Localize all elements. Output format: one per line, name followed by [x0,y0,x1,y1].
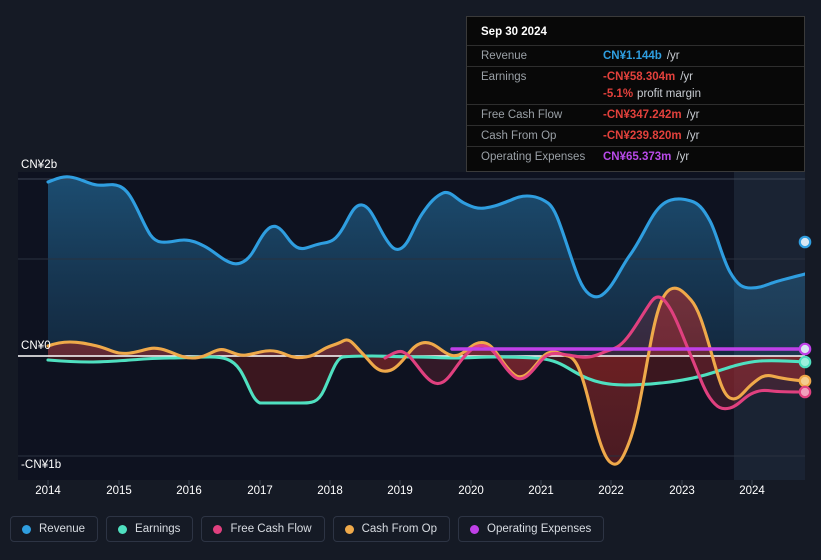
tooltip-unit-operating-expenses: /yr [676,151,690,163]
legend-label-revenue: Revenue [39,523,86,535]
tooltip-value-revenue: CN¥1.144b [603,50,662,62]
x-axis-label-2024: 2024 [739,485,765,497]
tooltip-label-cash-from-op: Cash From Op [481,130,557,142]
tooltip-row-profit-margin: -5.1% profit margin [467,87,804,104]
financial-performance-chart: CN¥2b CN¥0 -CN¥1b 2014 2015 2016 2017 20… [0,0,821,560]
earnings-endpoint-marker[interactable] [798,355,812,369]
operating-expenses-endpoint-marker[interactable] [798,342,812,356]
legend-item-cash-from-op[interactable]: Cash From Op [332,516,451,542]
tooltip-unit-earnings: /yr [680,71,694,83]
x-axis-label-2015: 2015 [106,485,132,497]
tooltip-sub-profit-margin: profit margin [637,88,701,100]
legend-label-earnings: Earnings [135,523,181,535]
legend-label-free-cash-flow: Free Cash Flow [230,523,312,535]
legend-label-cash-from-op: Cash From Op [361,523,438,535]
legend-item-revenue[interactable]: Revenue [10,516,99,542]
x-axis-label-2014: 2014 [35,485,61,497]
revenue-endpoint-marker[interactable] [798,235,812,249]
cash-from-op-endpoint-marker[interactable] [798,374,812,388]
x-axis-label-2022: 2022 [598,485,624,497]
tooltip-value-profit-margin: -5.1% [603,88,634,100]
earnings-color-swatch-icon [118,524,128,534]
tooltip-value-free-cash-flow: -CN¥347.242m [603,109,682,121]
tooltip-unit-cash-from-op: /yr [686,130,700,142]
legend-item-operating-expenses[interactable]: Operating Expenses [458,516,605,542]
x-axis-label-2023: 2023 [669,485,695,497]
chart-legend: Revenue Earnings Free Cash Flow Cash Fro… [10,516,605,542]
y-axis-label-bottom: -CN¥1b [21,459,62,471]
legend-item-earnings[interactable]: Earnings [106,516,194,542]
x-axis-label-2020: 2020 [458,485,484,497]
tooltip-date: Sep 30 2024 [481,26,547,38]
x-axis-label-2018: 2018 [317,485,343,497]
free-cash-flow-endpoint-marker[interactable] [798,385,812,399]
tooltip-row-earnings: Earnings -CN¥58.304m /yr [467,66,804,87]
x-axis-label-2016: 2016 [176,485,202,497]
y-axis-label-zero: CN¥0 [21,340,51,352]
tooltip-label-free-cash-flow: Free Cash Flow [481,109,563,121]
tooltip-value-cash-from-op: -CN¥239.820m [603,130,682,142]
x-axis-label-2019: 2019 [387,485,413,497]
tooltip-value-earnings: -CN¥58.304m [603,71,676,83]
tooltip-label-earnings: Earnings [481,71,527,83]
y-axis-label-top: CN¥2b [21,159,58,171]
cash-from-op-color-swatch-icon [344,524,354,534]
revenue-color-swatch-icon [22,524,31,534]
x-axis-label-2021: 2021 [528,485,554,497]
tooltip-unit-free-cash-flow: /yr [686,109,700,121]
tooltip-label-operating-expenses: Operating Expenses [481,151,586,163]
tooltip-row-operating-expenses: Operating Expenses CN¥65.373m /yr [467,146,804,167]
operating-expenses-color-swatch-icon [470,524,480,534]
tooltip-value-operating-expenses: CN¥65.373m [603,151,672,163]
tooltip-unit-revenue: /yr [666,50,680,62]
tooltip-label-revenue: Revenue [481,50,528,62]
legend-label-operating-expenses: Operating Expenses [487,523,592,535]
tooltip-row-revenue: Revenue CN¥1.144b /yr [467,45,804,66]
tooltip-row-free-cash-flow: Free Cash Flow -CN¥347.242m /yr [467,104,804,125]
free-cash-flow-color-swatch-icon [213,524,223,534]
tooltip-row-cash-from-op: Cash From Op -CN¥239.820m /yr [467,125,804,146]
x-axis-label-2017: 2017 [247,485,273,497]
datapoint-tooltip: Sep 30 2024 Revenue CN¥1.144b /yr Earnin… [466,16,805,172]
legend-item-free-cash-flow[interactable]: Free Cash Flow [201,516,325,542]
